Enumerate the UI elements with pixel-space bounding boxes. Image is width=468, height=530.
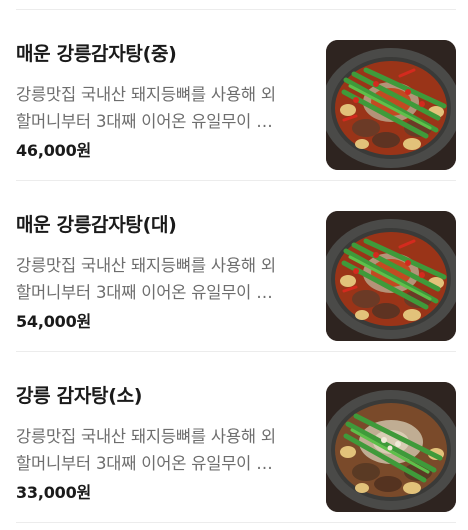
menu-item-description: 할머니부터 3대째 이어온 유일무이 … xyxy=(16,283,273,302)
gamjatang-photo[interactable] xyxy=(326,382,456,512)
menu-item-name: 매운 강릉감자탕(대) xyxy=(16,214,177,236)
divider xyxy=(16,522,456,523)
menu-item[interactable]: 매운 강릉감자탕(중) 강릉맛집 국내산 돼지등뼈를 사용해 외 할머니부터 3… xyxy=(0,10,468,181)
menu-item-name: 매운 강릉감자탕(중) xyxy=(16,43,177,65)
menu-item-price: 33,000원 xyxy=(16,483,92,502)
menu-item[interactable]: 강릉 감자탕(소) 강릉맛집 국내산 돼지등뼈를 사용해 외 할머니부터 3대째… xyxy=(0,352,468,523)
menu-item[interactable]: 매운 강릉감자탕(대) 강릉맛집 국내산 돼지등뼈를 사용해 외 할머니부터 3… xyxy=(0,181,468,352)
spicy-gamjatang-photo[interactable] xyxy=(326,40,456,170)
menu-item-description: 할머니부터 3대째 이어온 유일무이 … xyxy=(16,454,273,473)
menu-item-description: 강릉맛집 국내산 돼지등뼈를 사용해 외 xyxy=(16,256,276,275)
menu-item-description: 강릉맛집 국내산 돼지등뼈를 사용해 외 xyxy=(16,427,276,446)
menu-item-name: 강릉 감자탕(소) xyxy=(16,385,143,407)
food-photo-art xyxy=(326,40,456,170)
menu-item-price: 46,000원 xyxy=(16,141,92,160)
food-photo-art xyxy=(326,382,456,512)
spicy-gamjatang-photo[interactable] xyxy=(326,211,456,341)
food-photo-art xyxy=(326,211,456,341)
menu-item-price: 54,000원 xyxy=(16,312,92,331)
menu-list: 매운 강릉감자탕(중) 강릉맛집 국내산 돼지등뼈를 사용해 외 할머니부터 3… xyxy=(0,0,468,530)
menu-item-description: 할머니부터 3대째 이어온 유일무이 … xyxy=(16,112,273,131)
menu-item-description: 강릉맛집 국내산 돼지등뼈를 사용해 외 xyxy=(16,85,276,104)
